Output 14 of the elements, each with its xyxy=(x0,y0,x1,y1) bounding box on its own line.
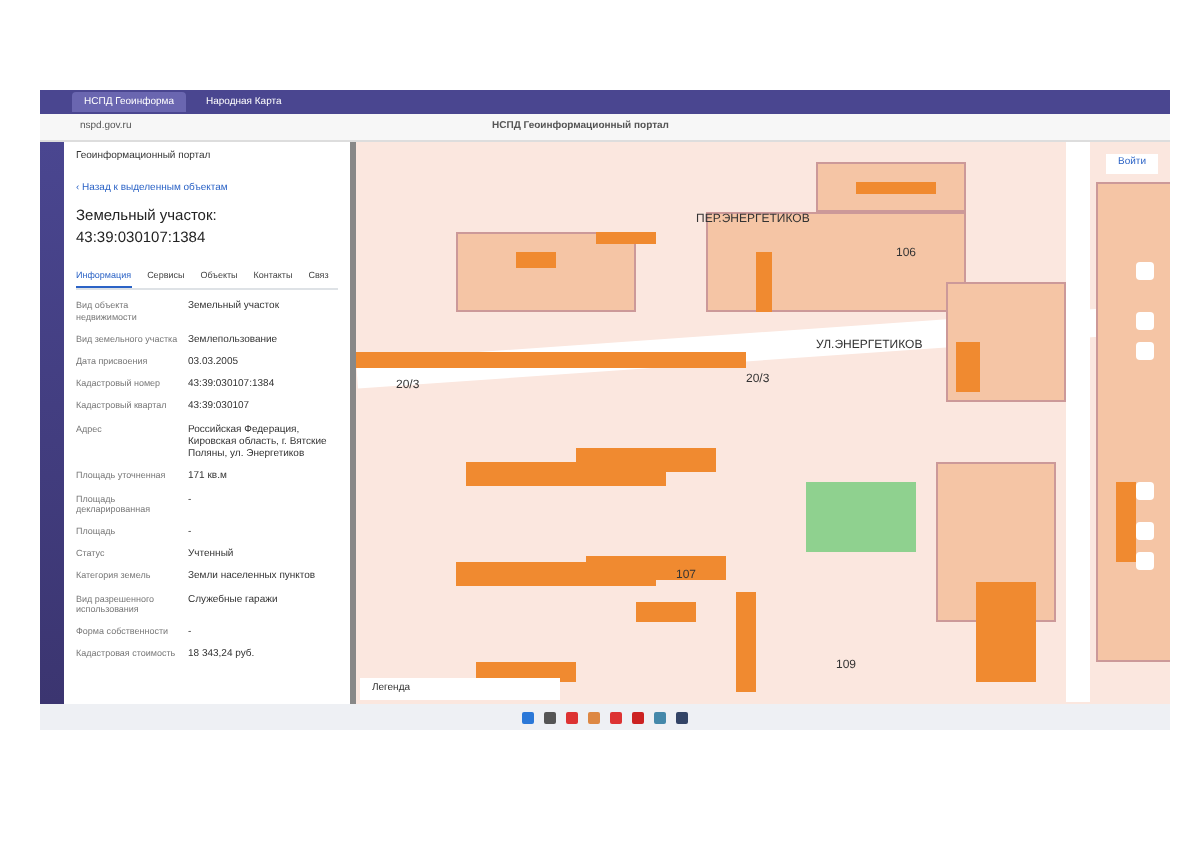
map-tool-button xyxy=(1136,482,1154,500)
selected-plot xyxy=(806,482,916,552)
building xyxy=(756,252,772,312)
building xyxy=(596,232,656,244)
building xyxy=(856,182,936,194)
building xyxy=(956,342,980,392)
building xyxy=(576,448,716,472)
building xyxy=(516,252,556,268)
building xyxy=(636,602,696,622)
building xyxy=(586,556,726,580)
building xyxy=(1116,482,1136,562)
map-tool-button xyxy=(1136,262,1154,280)
building xyxy=(976,582,1036,682)
building xyxy=(736,592,756,692)
